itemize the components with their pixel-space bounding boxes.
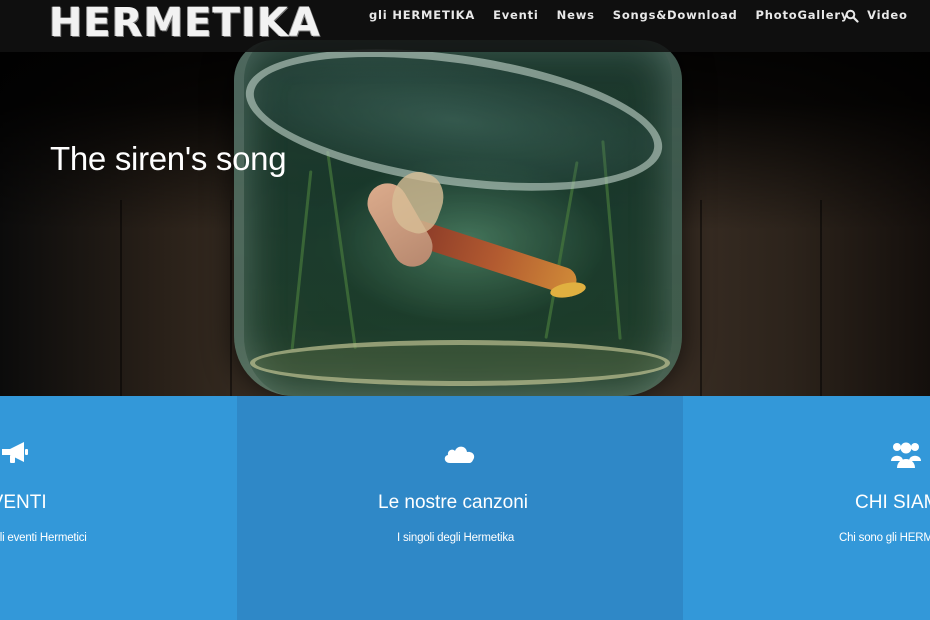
feature-text: Chi sono gli HERMETIKA	[839, 532, 930, 544]
feature-panels: EVENTI Tutto sugli eventi Hermetici Le n…	[0, 396, 930, 620]
feature-panel-chi-siamo[interactable]: CHI SIAMO Chi sono gli HERMETIKA	[683, 396, 930, 620]
nav-item-news[interactable]: News	[557, 7, 595, 23]
glass-base	[250, 340, 670, 386]
feature-heading: Le nostre canzoni	[378, 492, 528, 513]
feature-panel-canzoni[interactable]: Le nostre canzoni I singoli degli Hermet…	[237, 396, 683, 620]
nav-item-photogallery[interactable]: PhotoGallery	[756, 7, 850, 23]
feature-heading: CHI SIAMO	[855, 492, 930, 513]
feature-text: Tutto sugli eventi Hermetici	[0, 532, 87, 544]
feature-panel-eventi[interactable]: EVENTI Tutto sugli eventi Hermetici	[0, 396, 237, 620]
hero-title: The siren's song	[50, 140, 287, 177]
nav-item-video[interactable]: Video	[867, 7, 908, 23]
site-logo[interactable]: HERMETIKA	[49, 0, 321, 46]
users-icon	[891, 442, 921, 468]
nav-item-songs-download[interactable]: Songs&Download	[613, 7, 738, 23]
nav-item-eventi[interactable]: Eventi	[493, 7, 539, 23]
feature-text: I singoli degli Hermetika	[397, 532, 515, 544]
megaphone-icon	[2, 442, 28, 463]
feature-heading: EVENTI	[0, 492, 47, 513]
nav-item-gli-hermetika[interactable]: gli HERMETIKA	[369, 7, 475, 23]
site-header: HERMETIKA gli HERMETIKA Eventi News Song…	[0, 0, 930, 52]
hero-banner: The siren's song	[0, 0, 930, 396]
search-icon[interactable]	[845, 9, 859, 23]
cloud-icon	[444, 446, 475, 463]
main-nav: gli HERMETIKA Eventi News Songs&Download…	[369, 7, 926, 23]
